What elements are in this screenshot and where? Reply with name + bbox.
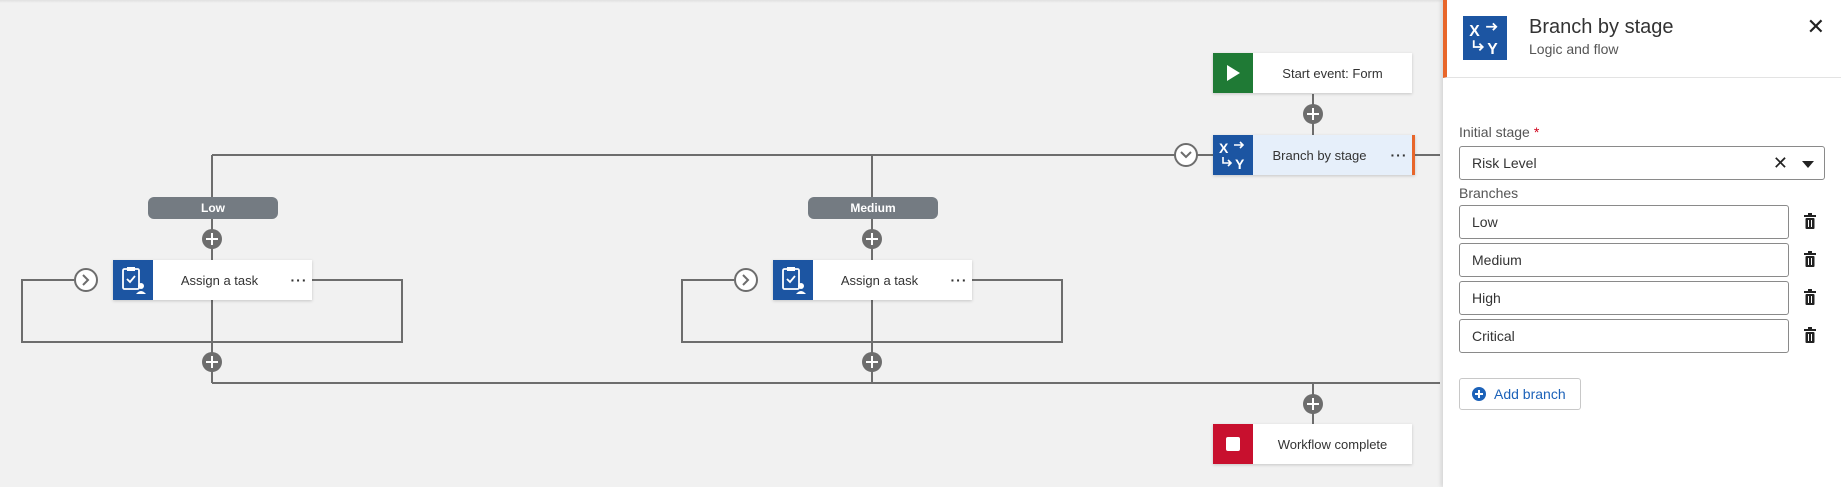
branch-row: Critical bbox=[1459, 319, 1839, 353]
branch-input[interactable]: Low bbox=[1459, 205, 1789, 239]
node-more-button[interactable]: ··· bbox=[1386, 147, 1412, 163]
branches-label: Branches bbox=[1459, 185, 1519, 201]
svg-text:X: X bbox=[1469, 23, 1480, 40]
stop-icon bbox=[1213, 424, 1253, 464]
branch-input[interactable]: Medium bbox=[1459, 243, 1789, 277]
initial-stage-select[interactable]: Risk Level ✕ bbox=[1459, 146, 1825, 180]
node-more-button[interactable]: ··· bbox=[286, 272, 312, 288]
chevron-right-icon bbox=[82, 274, 90, 286]
node-more-button[interactable]: ··· bbox=[946, 272, 972, 288]
svg-text:X: X bbox=[1219, 140, 1229, 156]
assign-task-node[interactable]: Assign a task ··· bbox=[773, 260, 972, 300]
trash-icon[interactable] bbox=[1804, 251, 1816, 267]
branch-xy-icon: X Y bbox=[1463, 16, 1507, 60]
play-icon bbox=[1213, 53, 1253, 93]
add-step-button[interactable] bbox=[862, 229, 882, 249]
add-step-button[interactable] bbox=[202, 229, 222, 249]
loop-chevron-button[interactable] bbox=[74, 268, 98, 292]
branch-by-stage-label: Branch by stage bbox=[1272, 147, 1367, 163]
initial-stage-label: Initial stage * bbox=[1459, 124, 1539, 140]
workflow-canvas[interactable]: Start event: Form X Y Branch by stage ··… bbox=[0, 0, 1443, 487]
workflow-complete-label: Workflow complete bbox=[1277, 436, 1388, 452]
initial-stage-value: Risk Level bbox=[1472, 155, 1537, 171]
branch-by-stage-node[interactable]: X Y Branch by stage ··· bbox=[1213, 135, 1415, 175]
assign-task-label: Assign a task bbox=[840, 272, 919, 288]
chevron-down-icon bbox=[1180, 151, 1192, 159]
add-branch-label: Add branch bbox=[1494, 386, 1566, 402]
loop-chevron-button[interactable] bbox=[734, 268, 758, 292]
branch-row: Low bbox=[1459, 205, 1839, 239]
branch-pill-low: Low bbox=[148, 197, 278, 219]
initial-stage-label-text: Initial stage bbox=[1459, 124, 1530, 140]
trash-icon[interactable] bbox=[1804, 289, 1816, 305]
start-event-label: Start event: Form bbox=[1282, 65, 1383, 81]
workflow-complete-node[interactable]: Workflow complete bbox=[1213, 424, 1412, 464]
branch-xy-icon: X Y bbox=[1213, 135, 1253, 175]
branch-input[interactable]: High bbox=[1459, 281, 1789, 315]
task-icon bbox=[773, 260, 813, 300]
clear-icon[interactable]: ✕ bbox=[1773, 153, 1788, 174]
start-event-node[interactable]: Start event: Form bbox=[1213, 53, 1412, 93]
collapse-branch-button[interactable] bbox=[1174, 143, 1198, 167]
branch-row: High bbox=[1459, 281, 1839, 315]
required-mark: * bbox=[1533, 124, 1540, 140]
close-icon[interactable]: ✕ bbox=[1807, 14, 1825, 40]
add-step-button[interactable] bbox=[1303, 394, 1323, 414]
add-step-button[interactable] bbox=[862, 352, 882, 372]
properties-panel: X Y Branch by stage Logic and flow ✕ Ini… bbox=[1443, 0, 1841, 487]
trash-icon[interactable] bbox=[1804, 327, 1816, 343]
add-branch-button[interactable]: Add branch bbox=[1459, 378, 1581, 410]
svg-text:Y: Y bbox=[1235, 156, 1245, 171]
trash-icon[interactable] bbox=[1804, 213, 1816, 229]
add-step-button[interactable] bbox=[202, 352, 222, 372]
task-icon bbox=[113, 260, 153, 300]
branch-input[interactable]: Critical bbox=[1459, 319, 1789, 353]
branch-pill-medium: Medium bbox=[808, 197, 938, 219]
panel-header: X Y Branch by stage Logic and flow ✕ bbox=[1443, 0, 1841, 78]
branch-row: Medium bbox=[1459, 243, 1839, 277]
add-step-button[interactable] bbox=[1303, 104, 1323, 124]
assign-task-node[interactable]: Assign a task ··· bbox=[113, 260, 312, 300]
add-circle-icon bbox=[1472, 387, 1486, 401]
assign-task-label: Assign a task bbox=[180, 272, 259, 288]
svg-text:Y: Y bbox=[1487, 41, 1498, 56]
panel-title: Branch by stage bbox=[1529, 16, 1674, 38]
caret-down-icon[interactable] bbox=[1802, 161, 1814, 168]
panel-subtitle: Logic and flow bbox=[1529, 41, 1619, 57]
chevron-right-icon bbox=[742, 274, 750, 286]
